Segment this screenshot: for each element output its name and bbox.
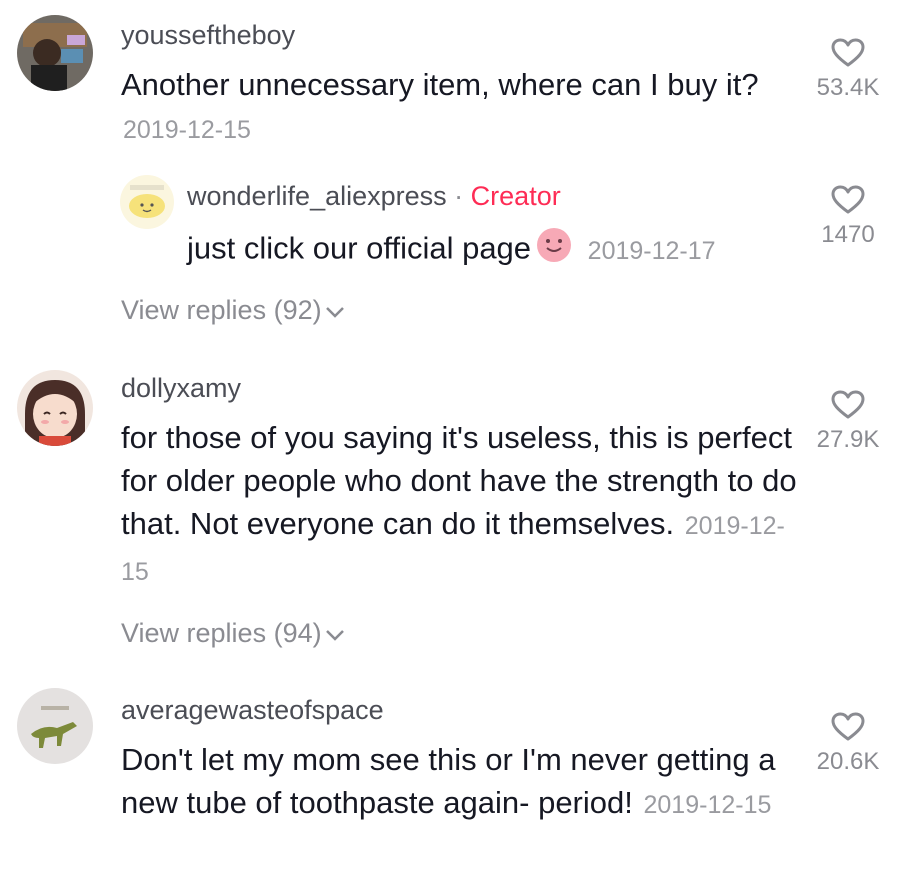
heart-outline-icon	[831, 38, 865, 67]
comment-username[interactable]: averagewasteofspace	[121, 695, 384, 726]
creator-badge: Creator	[470, 181, 561, 211]
separator-dot: ·	[454, 181, 464, 211]
like-button[interactable]: 1470	[793, 185, 900, 249]
like-count: 1470	[821, 221, 875, 248]
comment-date: 2019-12-15	[643, 791, 772, 819]
comment-body: Don't let my mom see this or I'm never g…	[121, 738, 801, 827]
view-replies-label: View replies (94)	[121, 618, 322, 648]
reply-text: just click our official page	[187, 230, 532, 266]
avatar-image	[17, 15, 93, 91]
reply-date: 2019-12-17	[587, 236, 716, 265]
comment-username[interactable]: dollyxamy	[121, 373, 241, 404]
heart-outline-icon	[831, 390, 865, 419]
avatar[interactable]	[17, 15, 93, 91]
view-replies-label: View replies (92)	[121, 295, 322, 325]
like-button[interactable]: 27.9K	[793, 390, 900, 454]
like-count: 27.9K	[816, 426, 880, 453]
comment-text: Another unnecessary item, where can I bu…	[121, 67, 759, 102]
view-replies-button[interactable]: View replies (94)	[121, 618, 346, 649]
comment-body: for those of you saying it's useless, th…	[121, 416, 801, 594]
like-button[interactable]: 53.4K	[793, 38, 900, 102]
avatar-image	[17, 370, 93, 446]
like-count: 20.6K	[816, 748, 880, 775]
like-button[interactable]: 20.6K	[793, 712, 900, 776]
reply-body: just click our official page 2019-12-17	[187, 226, 787, 275]
avatar-image	[17, 688, 93, 764]
chevron-down-icon	[325, 629, 344, 641]
view-replies-button[interactable]: View replies (92)	[121, 295, 346, 326]
comment-date: 2019-12-15	[123, 116, 251, 144]
comment-username[interactable]: youssef‌theboy	[121, 20, 295, 51]
avatar[interactable]	[17, 688, 93, 764]
chevron-down-icon	[325, 306, 344, 318]
smiling-face-emoji	[535, 226, 573, 275]
heart-outline-icon	[831, 712, 865, 741]
avatar-image	[120, 175, 174, 229]
comment-body: Another unnecessary item, where can I bu…	[121, 63, 801, 152]
reply-avatar[interactable]	[120, 175, 174, 229]
reply-username[interactable]: wonderlife_aliexpress	[187, 181, 447, 211]
reply-header: wonderlife_aliexpress · Creator	[187, 181, 561, 212]
avatar[interactable]	[17, 370, 93, 446]
like-count: 53.4K	[816, 74, 880, 101]
heart-outline-icon	[831, 185, 865, 214]
